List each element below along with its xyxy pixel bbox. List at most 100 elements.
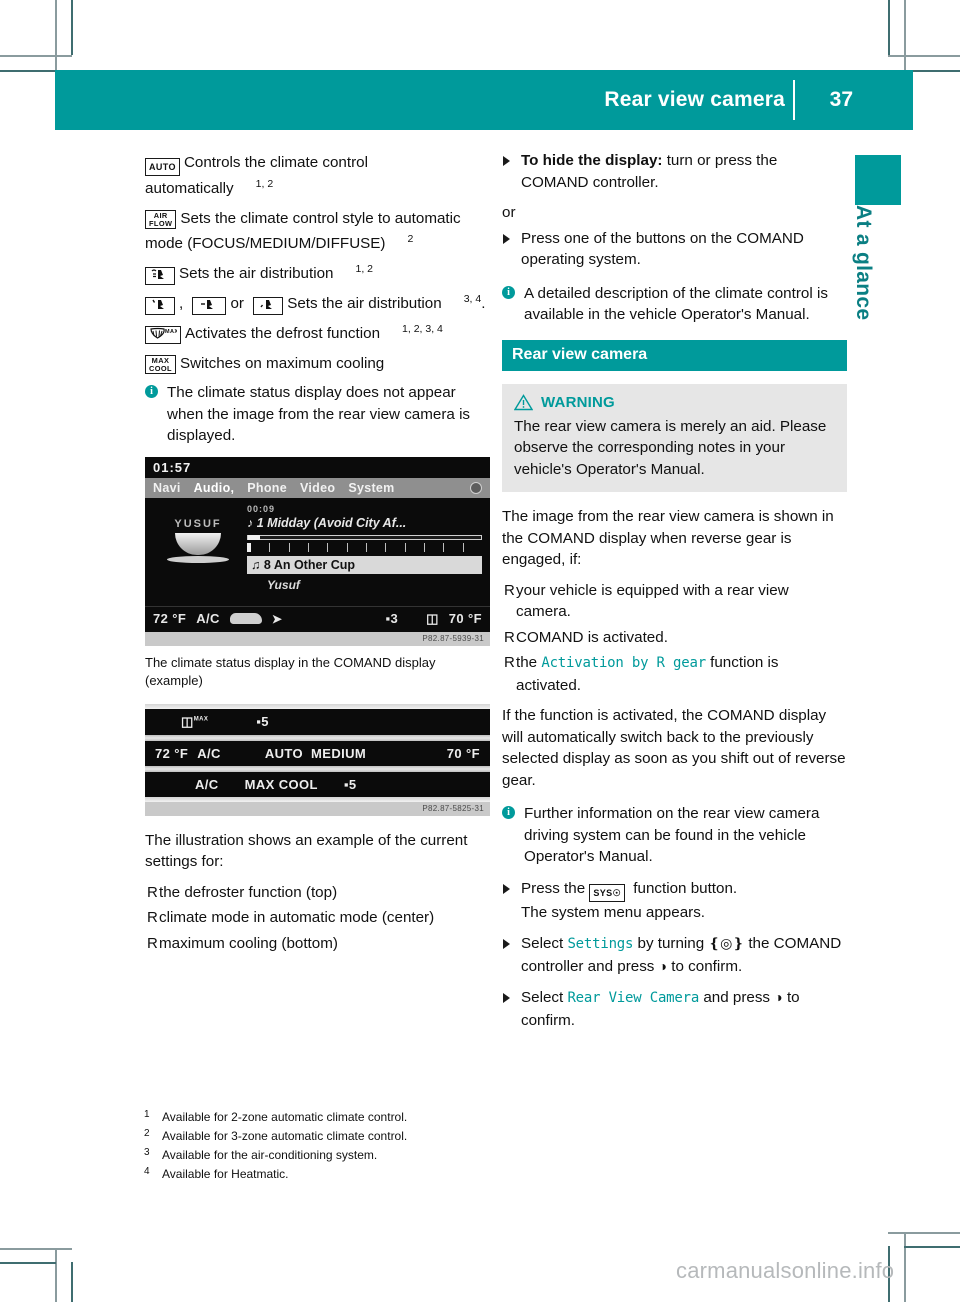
condition-activation-r-gear: Rthe Activation by R gear function is ac…: [502, 652, 847, 696]
footnote-4-text: Available for Heatmatic.: [162, 1167, 289, 1181]
info-note-climate-detail-text: A detailed description of the climate co…: [524, 284, 828, 324]
control-row-defrost: MAX Activates the defrost function 1, 2, …: [145, 321, 490, 346]
control-row-air-distribution: Sets the air distribution 1, 2: [145, 261, 490, 286]
info-note-climate-detail: i A detailed description of the climate …: [502, 283, 847, 326]
cover-artist-word: YUSUF: [174, 517, 222, 530]
separator-or: or: [230, 295, 244, 312]
site-watermark: carmanualsonline.info: [676, 1258, 895, 1283]
warning-box: WARNING The rear view camera is merely a…: [502, 383, 847, 492]
or-label: or: [502, 204, 516, 221]
climate-mid-temp-left: 72 °F: [155, 745, 189, 761]
info-note-further-info-text: Further information on the rear view cam…: [524, 805, 820, 865]
climate-bot-fan: ▪5: [343, 776, 357, 792]
action-triangle-icon: [503, 233, 510, 244]
bullet-icon: R: [147, 883, 158, 901]
figure-credit-2: P82.87-5825-31: [422, 803, 484, 813]
track-title-text: 1 Midday (Avoid City Af...: [256, 515, 407, 530]
climate-row-top-fan-value: 5: [261, 714, 269, 729]
climate-mid-auto: AUTO: [264, 745, 304, 761]
warning-triangle-icon: [514, 393, 533, 410]
crop-mark-bottom-right-v: [904, 1232, 906, 1302]
airflow-button-icon: AIR FLOW: [145, 210, 177, 229]
globe-icon: [470, 481, 482, 494]
crop-mark-top-left-v: [55, 0, 57, 70]
comand-screen-audio: 01:57 Navi Audio, Phone Video System YUS…: [145, 456, 490, 632]
rear-defrost-icon: ◫: [426, 610, 439, 626]
seat-airflow-icon: ➤: [271, 611, 283, 626]
illustration-intro: The illustration shows an example of the…: [145, 831, 468, 871]
footnote-2-num: 2: [144, 1128, 150, 1139]
illustration-item-climate-text: climate mode in automatic mode (center): [159, 909, 435, 926]
screen-menu-bar: Navi Audio, Phone Video System: [145, 477, 490, 498]
menu-item-navi: Navi: [153, 480, 181, 495]
elapsed-time: 00:09: [247, 503, 276, 514]
illustration-item-defroster-text: the defroster function (top): [159, 883, 338, 901]
illustration-item-cooling: Rmaximum cooling (bottom): [145, 933, 490, 955]
footnote-4-num: 4: [144, 1166, 150, 1177]
crop-mark-top-right-v: [904, 0, 906, 70]
step-select-rear-view-camera: Select Rear View Camera and press ◑ to c…: [502, 987, 847, 1031]
crop-mark-bottom-left-v: [55, 1248, 57, 1302]
action-hide-display: To hide the display: turn or press the C…: [502, 150, 847, 193]
car-icon: [229, 613, 262, 624]
crop-mark-bottom-left-h2: [0, 1262, 56, 1264]
bullet-icon: R: [504, 581, 515, 599]
figure-caption-1: The climate status display in the COMAND…: [145, 654, 436, 688]
footnote-1: 1 Available for 2-zone automatic climate …: [140, 1108, 540, 1127]
figure-credit-1: P82.87-5939-31: [422, 633, 484, 643]
info-note-further-info: i Further information on the rear view c…: [502, 803, 847, 868]
step-press-sys: Press the SYS☉ function button. The syst…: [502, 878, 847, 924]
info-note-climate-status: i The climate status display does not ap…: [145, 382, 490, 447]
rear-camera-intro: The image from the rear view camera is s…: [502, 508, 834, 568]
footnote-2-text: Available for 3-zone automatic climate c…: [162, 1129, 408, 1143]
status-ac: A/C: [196, 611, 220, 626]
crop-mark-top-left-h2: [0, 70, 56, 72]
condition-r-gear-mono: Activation by R gear: [541, 655, 706, 671]
album-row-text: 8 An Other Cup: [263, 557, 356, 572]
footnote-ref-variants: 3, 4: [463, 292, 482, 305]
action-triangle-icon: [503, 993, 510, 1003]
step-select-settings: Select Settings by turning ❴◎❵ the COMAN…: [502, 933, 847, 977]
turn-controller-icon: ❴◎❵: [708, 935, 745, 951]
sys-button-label: SYS: [593, 887, 613, 898]
status-fan: ▪3: [385, 611, 399, 626]
climate-bot-fan-value: 5: [348, 776, 357, 792]
bullet-icon: R: [504, 654, 515, 671]
step-settings-mid: by turning: [633, 935, 709, 952]
footnote-1-text: Available for 2-zone automatic climate c…: [162, 1110, 408, 1124]
page-title: Rear view camera: [604, 88, 785, 111]
max-cool-icon: MAX COOL: [145, 355, 176, 374]
control-text-defrost: Activates the defrost function: [185, 325, 381, 342]
artist-row: Yusuf: [267, 577, 300, 592]
control-row-air-distribution-variants: , or Sets the air distribution 3, 4.: [145, 291, 490, 316]
action-triangle-icon: [503, 156, 510, 166]
press-controller-icon: ◑: [658, 957, 668, 974]
control-text-air-distribution-variants: Sets the air distribution: [287, 295, 442, 312]
climate-bot-mode: MAX COOL: [244, 776, 318, 792]
action-triangle-icon: [503, 883, 510, 894]
comand-screen-climate: ◫MAX ▪5 72 °F A/C AUTO MEDIUM 70 °F A/C …: [145, 703, 490, 802]
footnote-ref-air-distribution: 1, 2: [355, 262, 374, 275]
crop-mark-top-right-v2: [888, 0, 890, 55]
menu-item-audio: Audio,: [193, 480, 235, 495]
crop-mark-top-left-v2: [71, 0, 73, 55]
menu-item-phone: Phone: [247, 480, 287, 495]
comand-screenshot-audio: 01:57 Navi Audio, Phone Video System YUS…: [145, 456, 490, 646]
track-info: 00:09 ♪ 1 Midday (Avoid City Af... ♫ 8 A…: [243, 504, 482, 606]
progress-bar: [247, 534, 482, 540]
crop-mark-bottom-right-h: [888, 1232, 960, 1234]
side-tab-label: At a glance: [852, 205, 875, 321]
footnote-ref-auto: 1, 2: [255, 177, 274, 190]
illustration-item-defroster: Rthe defroster function (top): [145, 882, 490, 904]
climate-mid-temp-right: 70 °F: [446, 745, 480, 761]
step-rvc-mono: Rear View Camera: [567, 990, 700, 1006]
defrost-max-icon: MAX: [145, 326, 181, 344]
screen-clock: 01:57: [153, 459, 192, 475]
crop-mark-bottom-right-h2: [904, 1246, 960, 1248]
step-press-sys-post: function button.: [629, 879, 738, 897]
bullet-icon: R: [504, 628, 515, 646]
press-controller-icon: ◑: [774, 989, 783, 1005]
side-tab-marker: [855, 155, 901, 205]
bullet-icon: R: [147, 934, 158, 952]
footnotes-block: 1 Available for 2-zone automatic climate …: [140, 1108, 540, 1184]
